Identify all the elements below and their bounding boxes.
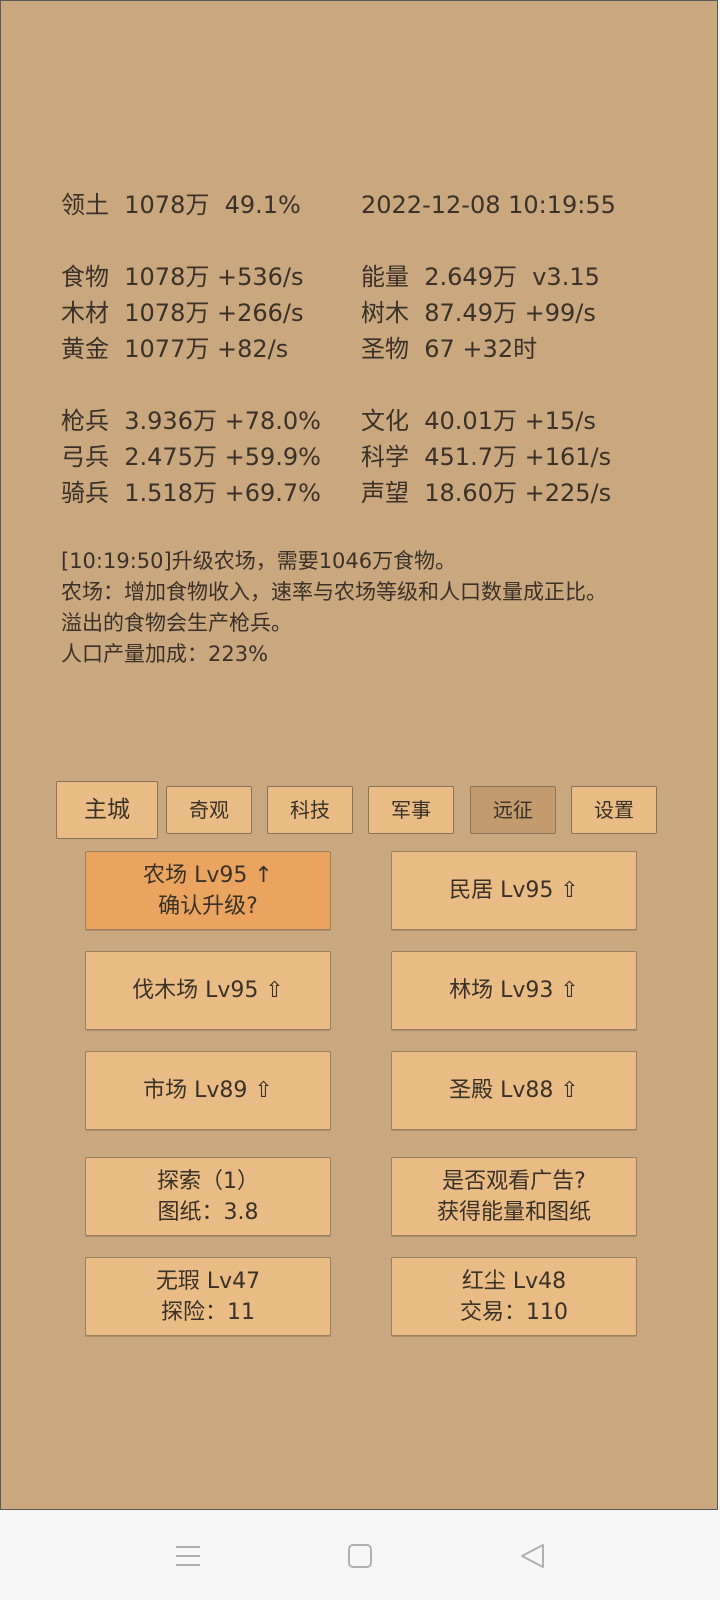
log-line: 溢出的食物会生产枪兵。 bbox=[61, 611, 292, 635]
datetime: 2022-12-08 10:19:55 bbox=[361, 191, 616, 219]
house-upgrade-button[interactable]: 民居 Lv95 ⇧ bbox=[391, 851, 637, 930]
temple-level-label: 圣殿 Lv88 ⇧ bbox=[449, 1078, 579, 1103]
trade-label: 交易：110 bbox=[460, 1299, 568, 1325]
cavalry-label: 骑兵 bbox=[61, 479, 109, 507]
cavalry-value: 1.518万 +69.7% bbox=[124, 479, 321, 507]
log-line: [10:19:50]升级农场，需要1046万食物。 bbox=[61, 549, 457, 573]
gold-label: 黄金 bbox=[61, 335, 109, 363]
game-screen: 领土 1078万 49.1% 2022-12-08 10:19:55 食物 10… bbox=[0, 0, 718, 1510]
square-home-icon[interactable] bbox=[346, 1542, 374, 1574]
flawless-level-label: 无瑕 Lv47 bbox=[155, 1268, 261, 1294]
energy-stat: 能量 2.649万 v3.15 bbox=[361, 263, 600, 291]
log-line: 农场：增加食物收入，速率与农场等级和人口数量成正比。 bbox=[61, 580, 607, 604]
adventure-label: 探险：11 bbox=[161, 1299, 255, 1325]
culture-label: 文化 bbox=[361, 407, 409, 435]
watch-ad-label: 是否观看广告? bbox=[442, 1168, 586, 1194]
farm-upgrade-button[interactable]: 农场 Lv95 ↑ 确认升级? bbox=[85, 851, 331, 930]
science-value: 451.7万 +161/s bbox=[424, 443, 612, 471]
trees-label: 树木 bbox=[361, 299, 409, 327]
house-level-label: 民居 Lv95 ⇧ bbox=[449, 878, 579, 903]
message-log: [10:19:50]升级农场，需要1046万食物。 农场：增加食物收入，速率与农… bbox=[61, 546, 701, 670]
forest-upgrade-button[interactable]: 林场 Lv93 ⇧ bbox=[391, 951, 637, 1030]
food-stat: 食物 1078万 +536/s bbox=[61, 263, 303, 291]
prestige-label: 声望 bbox=[361, 479, 409, 507]
science-stat: 科学 451.7万 +161/s bbox=[361, 443, 611, 471]
watch-ad-button[interactable]: 是否观看广告? 获得能量和图纸 bbox=[391, 1157, 637, 1236]
archer-label: 弓兵 bbox=[61, 443, 109, 471]
trees-stat: 树木 87.49万 +99/s bbox=[361, 299, 596, 327]
wood-value: 1078万 +266/s bbox=[124, 299, 304, 327]
farm-confirm-label: 确认升级? bbox=[158, 893, 258, 919]
farm-level-label: 农场 Lv95 ↑ bbox=[143, 862, 273, 888]
temple-upgrade-button[interactable]: 圣殿 Lv88 ⇧ bbox=[391, 1051, 637, 1130]
ad-reward-label: 获得能量和图纸 bbox=[436, 1199, 591, 1225]
culture-stat: 文化 40.01万 +15/s bbox=[361, 407, 596, 435]
spearman-label: 枪兵 bbox=[61, 407, 109, 435]
tab-technology[interactable]: 科技 bbox=[267, 786, 353, 834]
wood-stat: 木材 1078万 +266/s bbox=[61, 299, 303, 327]
culture-value: 40.01万 +15/s bbox=[424, 407, 596, 435]
relic-label: 圣物 bbox=[361, 335, 409, 363]
market-level-label: 市场 Lv89 ⇧ bbox=[143, 1078, 273, 1103]
gold-value: 1077万 +82/s bbox=[124, 335, 289, 363]
blueprint-label: 图纸：3.8 bbox=[157, 1199, 259, 1225]
trees-value: 87.49万 +99/s bbox=[424, 299, 596, 327]
spearman-stat: 枪兵 3.936万 +78.0% bbox=[61, 407, 321, 435]
archer-stat: 弓兵 2.475万 +59.9% bbox=[61, 443, 321, 471]
tab-military[interactable]: 军事 bbox=[368, 786, 454, 834]
energy-label: 能量 bbox=[361, 263, 409, 291]
cavalry-stat: 骑兵 1.518万 +69.7% bbox=[61, 479, 321, 507]
science-label: 科学 bbox=[361, 443, 409, 471]
system-navigation-bar bbox=[0, 1512, 720, 1600]
triangle-back-icon[interactable] bbox=[518, 1542, 546, 1574]
tab-wonders[interactable]: 奇观 bbox=[166, 786, 252, 834]
menu-icon[interactable] bbox=[174, 1542, 202, 1574]
lumber-mill-upgrade-button[interactable]: 伐木场 Lv95 ⇧ bbox=[85, 951, 331, 1030]
prestige-stat: 声望 18.60万 +225/s bbox=[361, 479, 611, 507]
territory-value: 1078万 49.1% bbox=[124, 191, 301, 219]
log-line: 人口产量加成：223% bbox=[61, 642, 269, 666]
relic-stat: 圣物 67 +32时 bbox=[361, 335, 537, 363]
tab-expedition[interactable]: 远征 bbox=[470, 786, 556, 834]
territory-stat: 领土 1078万 49.1% bbox=[61, 191, 301, 219]
energy-value: 2.649万 v3.15 bbox=[424, 263, 600, 291]
gold-stat: 黄金 1077万 +82/s bbox=[61, 335, 288, 363]
prestige-value: 18.60万 +225/s bbox=[424, 479, 612, 507]
red-dust-level-label: 红尘 Lv48 bbox=[461, 1268, 567, 1294]
territory-label: 领土 bbox=[61, 191, 109, 219]
archer-value: 2.475万 +59.9% bbox=[124, 443, 321, 471]
spearman-value: 3.936万 +78.0% bbox=[124, 407, 321, 435]
red-dust-button[interactable]: 红尘 Lv48 交易：110 bbox=[391, 1257, 637, 1336]
relic-value: 67 +32时 bbox=[424, 335, 538, 363]
explore-button[interactable]: 探索（1） 图纸：3.8 bbox=[85, 1157, 331, 1236]
food-label: 食物 bbox=[61, 263, 109, 291]
lumber-mill-level-label: 伐木场 Lv95 ⇧ bbox=[132, 978, 284, 1003]
tab-settings[interactable]: 设置 bbox=[571, 786, 657, 834]
wood-label: 木材 bbox=[61, 299, 109, 327]
flawless-button[interactable]: 无瑕 Lv47 探险：11 bbox=[85, 1257, 331, 1336]
explore-label: 探索（1） bbox=[157, 1168, 259, 1194]
market-upgrade-button[interactable]: 市场 Lv89 ⇧ bbox=[85, 1051, 331, 1130]
food-value: 1078万 +536/s bbox=[124, 263, 304, 291]
forest-level-label: 林场 Lv93 ⇧ bbox=[449, 978, 579, 1003]
tab-main-city[interactable]: 主城 bbox=[56, 781, 158, 839]
